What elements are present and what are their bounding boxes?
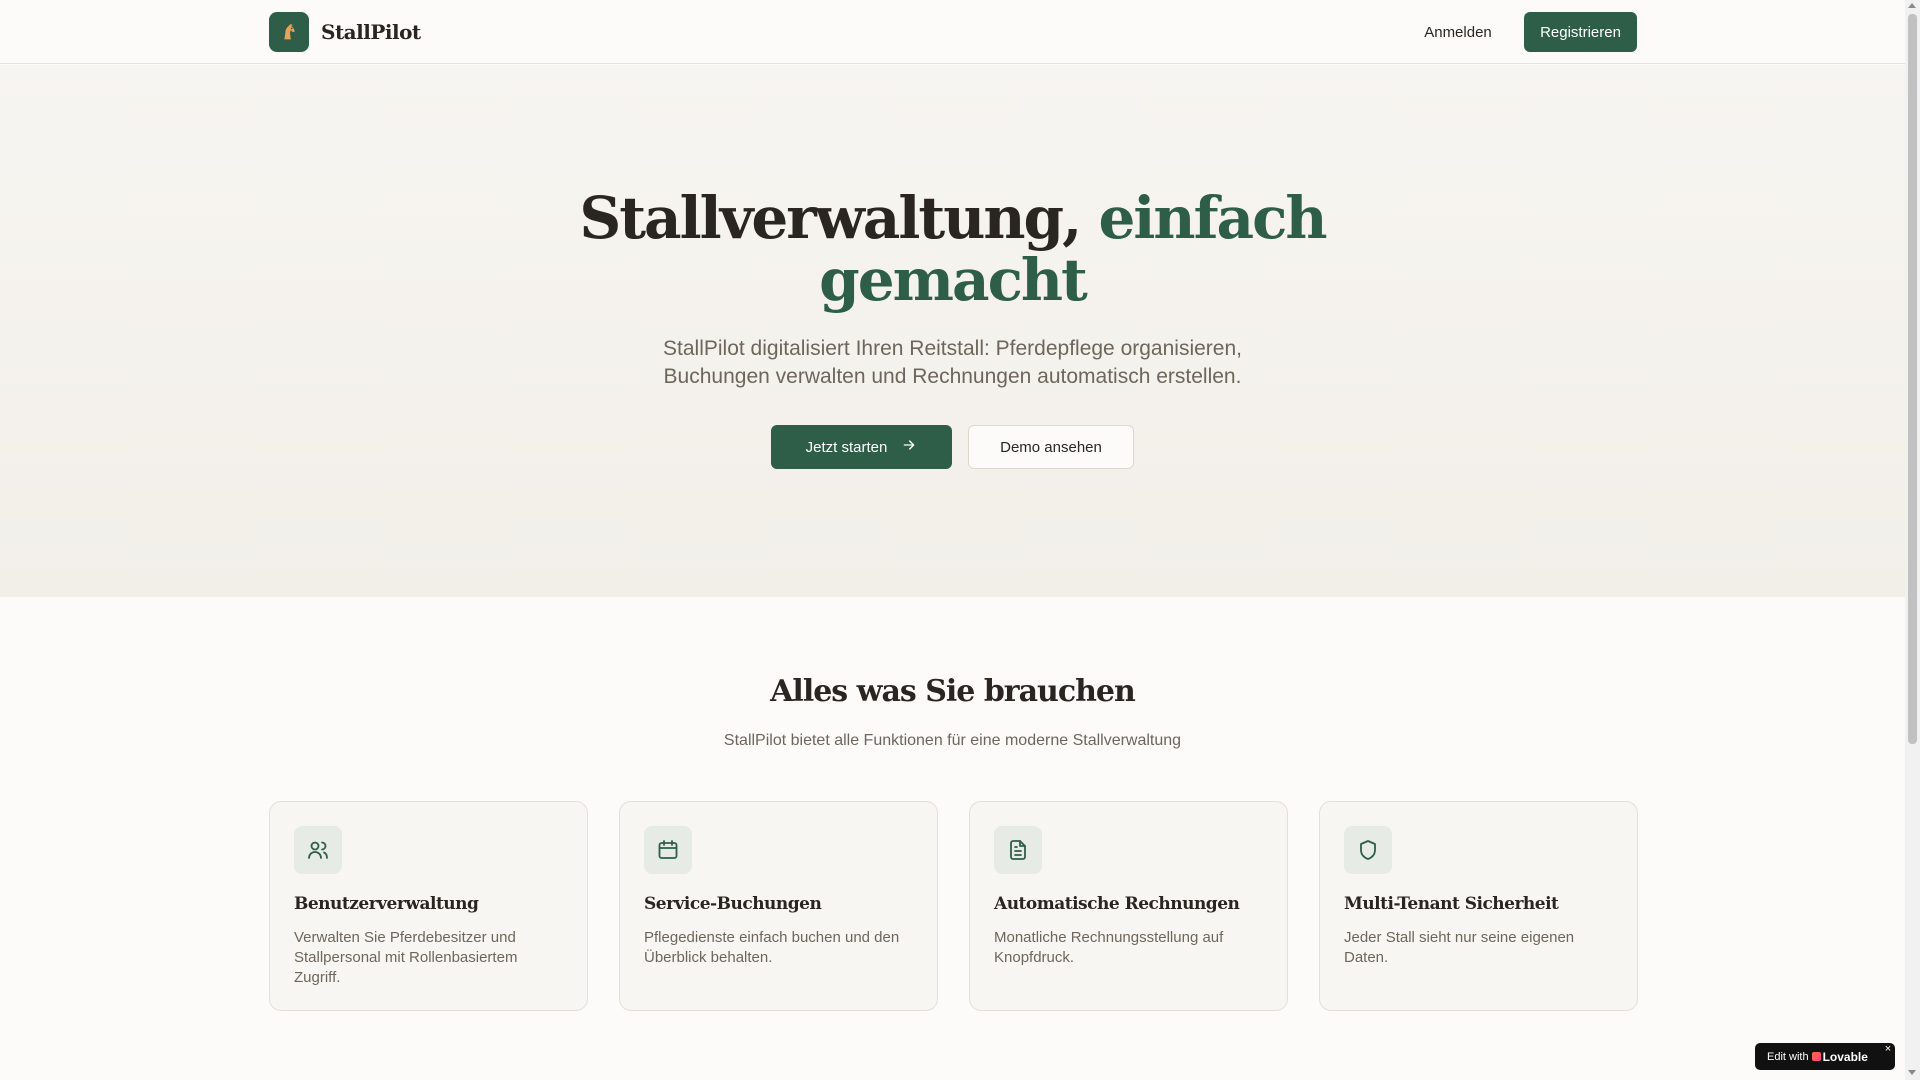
- horse-logo-icon: [269, 12, 309, 52]
- feature-card-description: Verwalten Sie Pferdebesitzer und Stallpe…: [294, 929, 518, 986]
- page: StallPilot Anmelden Registrieren Stallve…: [0, 0, 1905, 1080]
- lovable-heart-icon: [1811, 1052, 1821, 1061]
- hero-subtitle-line-1: StallPilot digitalisiert Ihren Reitstall…: [663, 337, 1242, 360]
- feature-card-title: Automatische Rechnungen: [994, 894, 1240, 914]
- get-started-button[interactable]: Jetzt starten: [771, 425, 952, 469]
- features-subtitle: StallPilot bietet alle Funktionen für ei…: [723, 732, 1182, 749]
- feature-card-title: Service-Buchungen: [644, 894, 822, 914]
- feature-card-description: Monatliche Rechnungsstellung auf Knopfdr…: [994, 929, 1224, 966]
- feature-card-title: Benutzerverwaltung: [294, 894, 479, 914]
- brand[interactable]: StallPilot: [269, 12, 421, 52]
- hero-section: Stallverwaltung, einfach gemacht StallPi…: [0, 65, 1905, 597]
- scroll-up-arrow-icon[interactable]: [1908, 3, 1916, 8]
- brand-name: StallPilot: [321, 20, 421, 44]
- features-title: Alles was Sie brauchen: [770, 674, 1136, 709]
- feature-card-multi-tenant-security: Multi-Tenant Sicherheit Jeder Stall sieh…: [1319, 801, 1638, 1011]
- feature-card-service-bookings: Service-Buchungen Pflegedienste einfach …: [619, 801, 938, 1011]
- lovable-brand-label: Lovable: [1822, 1049, 1868, 1064]
- arrow-right-icon: [901, 437, 917, 457]
- top-navigation: StallPilot Anmelden Registrieren: [0, 0, 1905, 64]
- lovable-brand: Lovable: [1811, 1049, 1868, 1064]
- users-icon: [294, 826, 342, 874]
- hero-subtitle-line-2: Buchungen verwalten und Rechnungen autom…: [663, 365, 1242, 388]
- hero-title-accent-2: gemacht: [819, 246, 1088, 314]
- feature-card-description: Jeder Stall sieht nur seine eigenen Date…: [1344, 929, 1575, 966]
- feature-card-automatic-invoices: Automatische Rechnungen Monatliche Rechn…: [969, 801, 1288, 1011]
- hero-title: Stallverwaltung, einfach gemacht: [0, 187, 1905, 311]
- feature-card-title: Multi-Tenant Sicherheit: [1344, 894, 1559, 914]
- feature-card-user-management: Benutzerverwaltung Verwalten Sie Pferdeb…: [269, 801, 588, 1011]
- scrollbar-thumb[interactable]: [1908, 14, 1917, 744]
- badge-prefix: Edit with: [1767, 1050, 1809, 1063]
- edit-with-lovable-badge[interactable]: Edit with Lovable: [1755, 1043, 1895, 1070]
- hero-subtitle: StallPilot digitalisiert Ihren Reitstall…: [0, 335, 1905, 391]
- shield-icon: [1344, 826, 1392, 874]
- feature-card-description: Pflegedienste einfach buchen und den Übe…: [644, 929, 900, 966]
- hero-title-accent-1: einfach: [1098, 184, 1327, 252]
- login-button[interactable]: Anmelden: [1410, 12, 1506, 52]
- document-icon: [994, 826, 1042, 874]
- close-icon[interactable]: ×: [1882, 1043, 1894, 1055]
- get-started-label: Jetzt starten: [805, 438, 888, 456]
- calendar-icon: [644, 826, 692, 874]
- watch-demo-button[interactable]: Demo ansehen: [968, 425, 1134, 469]
- hero-title-main: Stallverwaltung,: [579, 184, 1082, 252]
- scroll-down-arrow-icon[interactable]: [1908, 1070, 1916, 1075]
- register-button[interactable]: Registrieren: [1524, 12, 1637, 52]
- vertical-scrollbar[interactable]: [1905, 0, 1920, 1080]
